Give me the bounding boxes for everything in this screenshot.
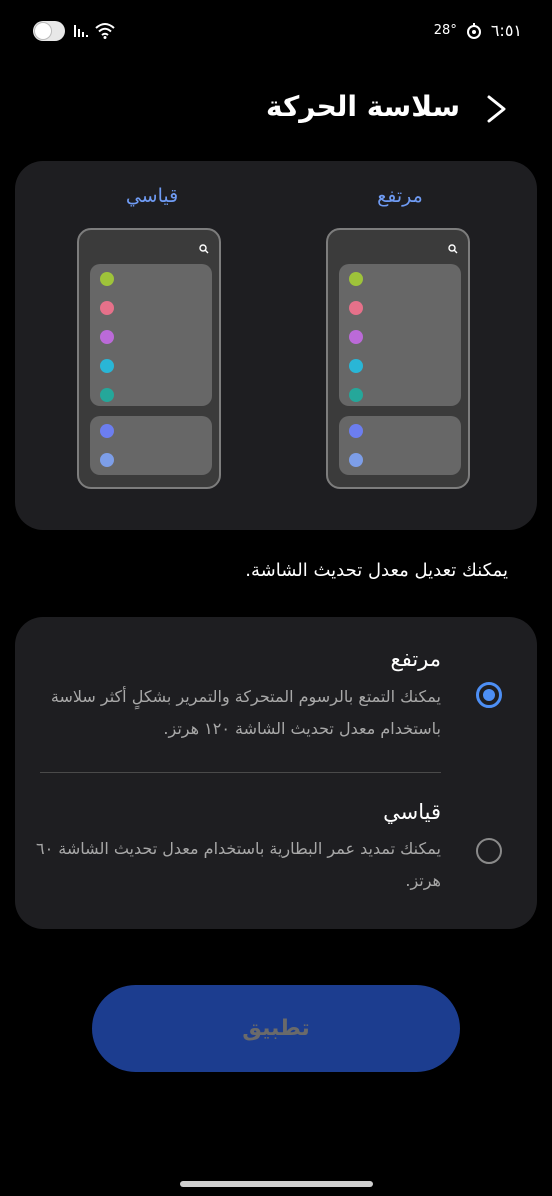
option-title: قياسي bbox=[383, 800, 441, 824]
preview-panel-top bbox=[90, 264, 212, 406]
option-high[interactable]: مرتفع يمكنك التمتع بالرسوم المتحركة والت… bbox=[15, 617, 537, 772]
back-icon[interactable] bbox=[482, 92, 512, 126]
color-dot bbox=[349, 453, 363, 467]
option-standard[interactable]: قياسي يمكنك تمديد عمر البطارية باستخدام … bbox=[15, 774, 537, 929]
color-dot bbox=[100, 330, 114, 344]
search-icon bbox=[448, 244, 458, 254]
color-dot bbox=[349, 424, 363, 438]
phone-preview-standard bbox=[77, 228, 221, 489]
home-indicator[interactable] bbox=[180, 1181, 373, 1187]
option-description: يمكنك التمتع بالرسوم المتحركة والتمرير ب… bbox=[50, 687, 441, 738]
color-dot bbox=[349, 272, 363, 286]
option-title: مرتفع bbox=[390, 647, 441, 671]
preview-card: مرتفع قياسي bbox=[15, 161, 537, 530]
color-dot bbox=[100, 388, 114, 402]
option-description: يمكنك تمديد عمر البطارية باستخدام معدل ت… bbox=[36, 839, 441, 890]
preview-panel-top bbox=[339, 264, 461, 406]
preview-label-standard: قياسي bbox=[125, 185, 179, 207]
preview-label-high: مرتفع bbox=[377, 185, 423, 207]
color-dot bbox=[100, 359, 114, 373]
description-text: يمكنك تعديل معدل تحديث الشاشة. bbox=[245, 560, 508, 581]
color-dot bbox=[100, 272, 114, 286]
color-dot bbox=[100, 453, 114, 467]
status-right: 28° ٦:٥١ bbox=[434, 21, 522, 40]
color-dot bbox=[100, 424, 114, 438]
weather-icon bbox=[466, 22, 481, 39]
toggle-icon bbox=[33, 21, 65, 41]
search-icon bbox=[199, 244, 209, 254]
color-dot bbox=[100, 301, 114, 315]
page-title: سلاسة الحركة bbox=[265, 90, 460, 123]
divider bbox=[40, 772, 441, 773]
phone-preview-high bbox=[326, 228, 470, 489]
radio-selected-icon[interactable] bbox=[476, 682, 502, 708]
color-dot bbox=[349, 359, 363, 373]
radio-unselected-icon[interactable] bbox=[476, 838, 502, 864]
temperature-text: 28° bbox=[433, 23, 457, 38]
signal-icon bbox=[74, 25, 88, 37]
preview-panel-bottom bbox=[339, 416, 461, 475]
clock-text: ٦:٥١ bbox=[490, 21, 522, 40]
preview-panel-bottom bbox=[90, 416, 212, 475]
options-card: مرتفع يمكنك التمتع بالرسوم المتحركة والت… bbox=[15, 617, 537, 929]
header: سلاسة الحركة bbox=[0, 86, 552, 132]
apply-button[interactable]: تطبيق bbox=[92, 985, 460, 1072]
wifi-icon bbox=[95, 23, 115, 39]
color-dot bbox=[349, 330, 363, 344]
status-bar: 28° ٦:٥١ bbox=[0, 0, 552, 64]
color-dot bbox=[349, 301, 363, 315]
color-dot bbox=[349, 388, 363, 402]
